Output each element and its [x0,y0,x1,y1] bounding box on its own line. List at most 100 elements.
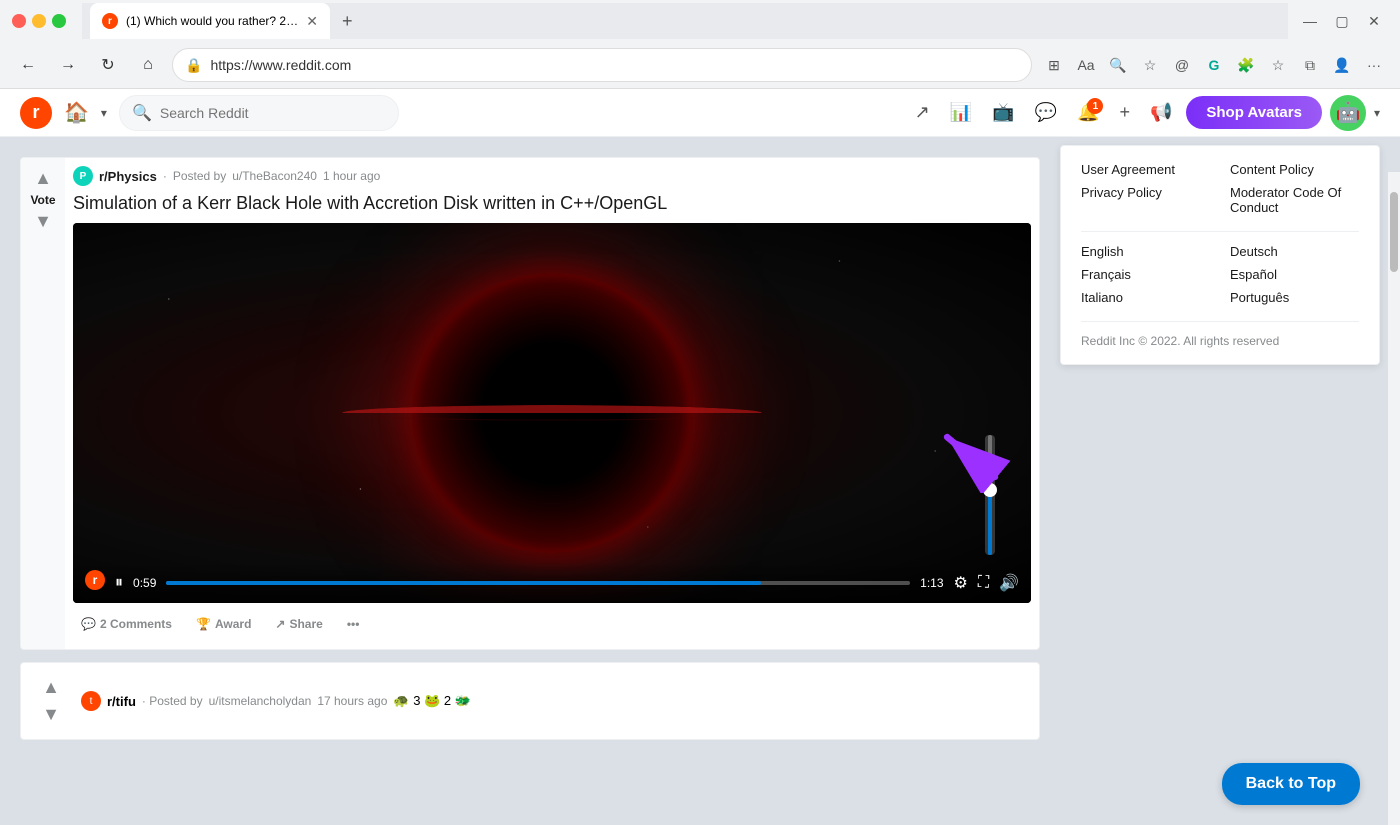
sidebar-btn[interactable]: ⧉ [1296,51,1324,79]
expand-community-btn[interactable]: ▾ [101,106,107,120]
language-english[interactable]: English [1081,244,1210,259]
share-btn[interactable]: ↗ Share [267,611,330,637]
user-expand-btn[interactable]: ▾ [1374,106,1380,120]
post-inner: ▲ Vote ▼ P r/Physics · Posted by u/TheBa… [21,158,1039,649]
zoom-btn[interactable]: 🔍 [1104,51,1132,79]
home-icon[interactable]: 🏠 [64,100,89,125]
reddit-logo[interactable]: r [20,97,52,129]
favorites-btn[interactable]: ☆ [1136,51,1164,79]
back-to-top-button[interactable]: Back to Top [1222,763,1360,805]
user-agreement-link[interactable]: User Agreement [1081,162,1210,177]
shop-avatars-button[interactable]: Shop Avatars [1186,96,1322,129]
language-francais[interactable]: Français [1081,267,1210,282]
collections-btn[interactable]: ☆ [1264,51,1292,79]
post2-username[interactable]: u/itsmelancholydan [209,694,312,708]
close-window-btn[interactable] [12,14,26,28]
close-tab-btn[interactable]: ✕ [306,13,318,30]
minimize-btn[interactable]: — [1296,7,1324,35]
more-btn[interactable]: ••• [339,611,368,637]
forward-button[interactable]: → [52,49,84,81]
at-btn[interactable]: @ [1168,51,1196,79]
share-label: Share [289,617,322,631]
comments-label: 2 Comments [100,617,172,631]
settings-btn[interactable]: ⚙ [954,573,968,593]
post2-subreddit[interactable]: r/tifu [107,694,136,709]
notification-btn[interactable]: 🔔 1 [1071,96,1105,129]
scrollbar[interactable] [1388,172,1400,825]
close-btn[interactable]: ✕ [1360,7,1388,35]
total-time: 1:13 [920,576,943,590]
subreddit-link[interactable]: r/Physics [99,169,157,184]
user-avatar[interactable]: 🤖 [1330,95,1366,131]
time-ago: 1 hour ago [323,169,380,183]
post-title: Simulation of a Kerr Black Hole with Acc… [73,192,1031,215]
downvote-btn[interactable]: ▼ [32,209,54,234]
profile-btn[interactable]: 👤 [1328,51,1356,79]
post2-meta: t r/tifu · Posted by u/itsmelancholydan … [81,691,471,711]
privacy-policy-link[interactable]: Privacy Policy [1081,185,1210,215]
comments-btn[interactable]: 💬 2 Comments [73,611,180,637]
maximize-window-btn[interactable] [52,14,66,28]
window-action-buttons: — ▢ ✕ [1296,7,1388,35]
vote-count: Vote [30,193,55,207]
post2-time: 17 hours ago [317,694,387,708]
language-portugues[interactable]: Português [1230,290,1359,305]
lock-icon: 🔒 [185,57,202,74]
search-input[interactable] [160,105,386,121]
chat-icon-btn[interactable]: 💬 [1029,96,1063,129]
footer-dropdown: User Agreement Content Policy Privacy Po… [1060,145,1380,365]
search-bar[interactable]: 🔍 [119,95,399,131]
add-btn[interactable]: + [1113,96,1136,129]
tab-title: (1) Which would you rather? 200 [126,14,298,28]
video-container[interactable]: r ⏸ 0:59 1:13 ⚙ ⛶ 🔊 [73,223,1031,603]
new-tab-button[interactable]: + [334,7,361,36]
search-icon: 🔍 [132,103,152,123]
subreddit-icon: P [73,166,93,186]
header-actions: ↗ 📊 📺 💬 🔔 1 + 📢 Shop Avatars 🤖 ▾ [909,95,1380,131]
home-button[interactable]: ⌂ [132,49,164,81]
tab-grid-btn[interactable]: ⊞ [1040,51,1068,79]
language-espanol[interactable]: Español [1230,267,1359,282]
extensions-btn[interactable]: 🧩 [1232,51,1260,79]
reddit-icon: r [85,570,105,590]
stats-icon-btn[interactable]: 📊 [944,96,978,129]
volume-btn[interactable]: 🔊 [999,573,1019,593]
minimize-window-btn[interactable] [32,14,46,28]
content-policy-link[interactable]: Content Policy [1230,162,1359,177]
video-background [73,223,1031,603]
page-content: ▲ Vote ▼ P r/Physics · Posted by u/TheBa… [0,137,1400,790]
award-btn[interactable]: 🏆 Award [188,611,259,637]
cast-icon-btn[interactable]: 📺 [986,96,1020,129]
scrollbar-thumb[interactable] [1390,192,1398,272]
language-deutsch[interactable]: Deutsch [1230,244,1359,259]
downvote-btn-2[interactable]: ▼ [40,702,62,727]
address-bar[interactable]: 🔒 https://www.reddit.com [172,48,1032,82]
footer-languages-grid: English Deutsch Français Español Italian… [1081,244,1359,305]
megaphone-btn[interactable]: 📢 [1144,96,1178,129]
browser-toolbar: ⊞ Aа 🔍 ☆ @ G 🧩 ☆ ⧉ 👤 ··· [1040,51,1388,79]
fullscreen-btn[interactable]: ⛶ [978,574,989,592]
progress-bar[interactable] [166,581,910,585]
arrow-svg [931,413,1011,493]
share-icon-btn[interactable]: ↗ [909,96,936,129]
restore-btn[interactable]: ▢ [1328,7,1356,35]
refresh-button[interactable]: ↻ [92,49,124,81]
footer-copyright: Reddit Inc © 2022. All rights reserved [1081,334,1359,348]
username[interactable]: u/TheBacon240 [232,169,317,183]
more-btn[interactable]: ··· [1360,51,1388,79]
translate-btn[interactable]: Aа [1072,51,1100,79]
language-italiano[interactable]: Italiano [1081,290,1210,305]
footer-links-grid: User Agreement Content Policy Privacy Po… [1081,162,1359,215]
play-pause-btn[interactable]: ⏸ [115,574,123,592]
black-hole-visual [412,273,692,553]
footer-divider-1 [1081,231,1359,232]
tab-bar: r (1) Which would you rather? 200 ✕ + [82,3,1288,39]
active-tab[interactable]: r (1) Which would you rather? 200 ✕ [90,3,330,39]
moderator-code-link[interactable]: Moderator Code Of Conduct [1230,185,1359,215]
upvote-btn[interactable]: ▲ [32,166,54,191]
back-button[interactable]: ← [12,49,44,81]
edge-btn[interactable]: G [1200,51,1228,79]
footer-divider-2 [1081,321,1359,322]
upvote-btn-2[interactable]: ▲ [40,675,62,700]
award-icon: 🏆 [196,617,211,631]
